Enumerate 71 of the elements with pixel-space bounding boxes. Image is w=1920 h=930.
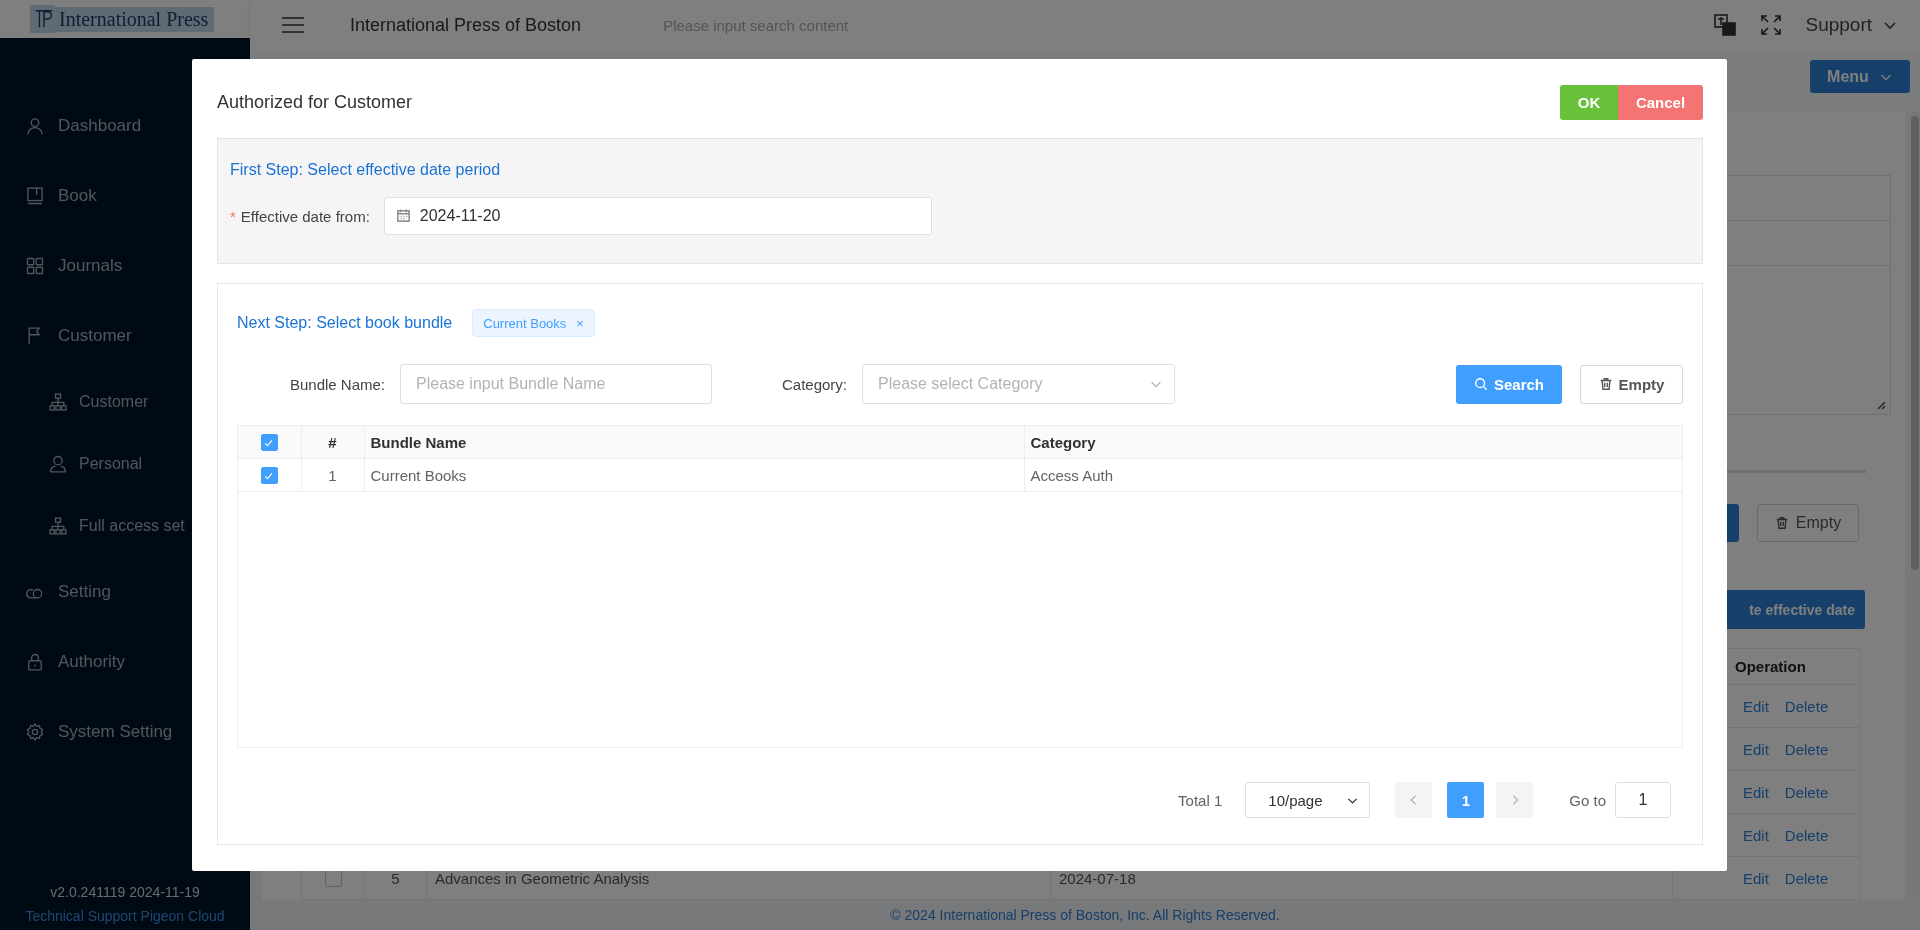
- table-cell: Access Auth: [1024, 458, 1682, 492]
- copyright-text: © 2024 International Press of Boston, Inc. All Rights Reserved.: [890, 907, 1280, 923]
- gear-icon: [25, 722, 45, 742]
- edit-link[interactable]: Edit: [1743, 697, 1769, 715]
- table-cell: Current Books: [364, 458, 1024, 492]
- delete-link[interactable]: Delete: [1784, 740, 1829, 758]
- column-header: Bundle Name: [364, 426, 1024, 459]
- text-field[interactable]: Please input Bundle Name: [400, 364, 712, 404]
- logo-text: International Press: [55, 6, 215, 32]
- dialog-title: Authorized for Customer: [217, 92, 414, 113]
- person-icon: [48, 454, 68, 474]
- checkbox[interactable]: [260, 467, 278, 485]
- sidebar-item[interactable]: Journals: [0, 231, 250, 301]
- delete-link[interactable]: Delete: [1784, 826, 1829, 844]
- fullscreen-icon[interactable]: [1759, 13, 1784, 37]
- total-count: Total 1: [1178, 791, 1223, 809]
- menu-button[interactable]: Menu: [1810, 60, 1910, 93]
- app-title: International Press of Boston: [350, 14, 582, 36]
- field-label: Bundle Name:: [288, 375, 385, 393]
- sidebar-item[interactable]: System Setting: [0, 697, 250, 767]
- field-label: Category:: [780, 375, 847, 393]
- sidebar-subitem[interactable]: Customer: [0, 371, 250, 433]
- edit-link[interactable]: Edit: [1743, 740, 1769, 758]
- resize-handle-icon[interactable]: [1876, 400, 1886, 410]
- delete-link[interactable]: Delete: [1784, 697, 1829, 715]
- lock-icon: [25, 652, 45, 672]
- delete-link[interactable]: Delete: [1784, 783, 1829, 801]
- step-heading: Next Step: Select book bundle: [237, 314, 453, 332]
- close-icon[interactable]: ×: [576, 315, 584, 331]
- cancel-button[interactable]: Cancel: [1618, 85, 1703, 120]
- sidebar-item[interactable]: Setting: [0, 557, 250, 627]
- sidebar-subitem[interactable]: Full access set: [0, 495, 250, 557]
- trash-icon: [1598, 377, 1613, 391]
- sitemap-icon: [48, 516, 68, 536]
- edit-link[interactable]: Edit: [1743, 826, 1769, 844]
- empty-button[interactable]: Empty: [1580, 364, 1683, 404]
- empty-button[interactable]: Empty: [1757, 504, 1859, 542]
- grid-icon: [25, 256, 45, 276]
- checkbox[interactable]: [260, 434, 278, 452]
- logo-icon: [30, 5, 55, 33]
- search-button[interactable]: Search: [1456, 364, 1562, 404]
- version-text: v2.0.241119 2024-11-19: [49, 884, 201, 900]
- delete-link[interactable]: Delete: [1784, 869, 1829, 887]
- ok-button[interactable]: OK: [1560, 85, 1618, 120]
- book-icon: [25, 186, 45, 206]
- column-header: #: [301, 426, 364, 459]
- selected-tag: Current Books ×: [472, 309, 595, 337]
- trash-icon: [1774, 516, 1789, 530]
- translate-icon[interactable]: [1713, 13, 1738, 37]
- select-field[interactable]: Please select Category: [862, 364, 1175, 404]
- sidebar-subitem[interactable]: Personal: [0, 433, 250, 495]
- support-link[interactable]: Technical Support Pigeon Cloud: [0, 908, 250, 924]
- date-field[interactable]: 2024-11-20: [383, 197, 932, 235]
- table-cell: 1: [301, 458, 364, 492]
- sidebar-item[interactable]: Authority: [0, 627, 250, 697]
- search-icon: [1473, 377, 1488, 391]
- column-header: Category: [1024, 426, 1682, 459]
- required-mark: *: [230, 207, 236, 225]
- user-menu[interactable]: Support: [1805, 14, 1898, 36]
- calendar-icon: [395, 208, 411, 223]
- step-heading: First Step: Select effective date period: [230, 161, 502, 179]
- user-icon: [25, 116, 45, 136]
- field-label: Effective date from:: [240, 207, 370, 225]
- page-button[interactable]: 1: [1447, 782, 1485, 818]
- edit-link[interactable]: Edit: [1743, 783, 1769, 801]
- goto-field[interactable]: 1: [1615, 782, 1671, 818]
- edit-link[interactable]: Edit: [1743, 869, 1769, 887]
- goto-label: Go to: [1569, 791, 1606, 809]
- sitemap-icon: [48, 392, 68, 412]
- page-size-select[interactable]: 10/page: [1245, 782, 1371, 818]
- menu-icon[interactable]: [280, 14, 306, 36]
